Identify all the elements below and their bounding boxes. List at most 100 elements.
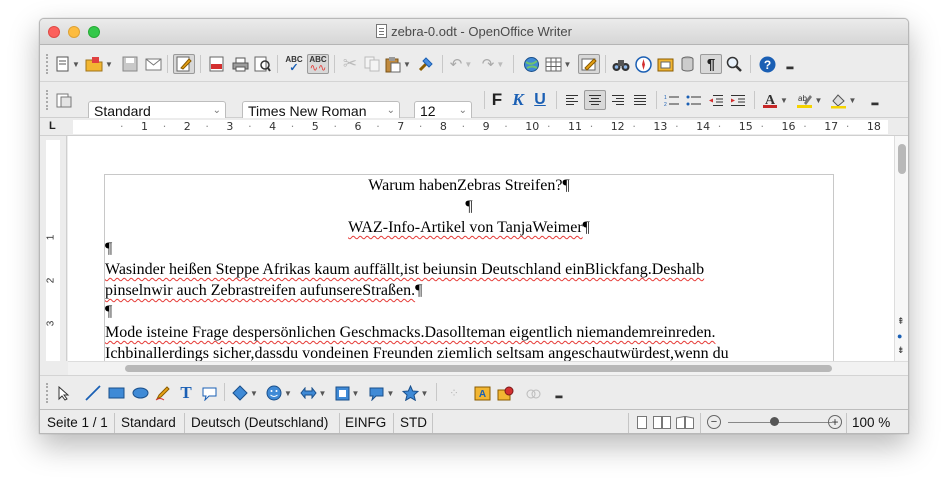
fontwork-icon[interactable]: A: [472, 383, 492, 403]
navigator-compass-icon[interactable]: [633, 54, 653, 74]
zoom-slider-knob[interactable]: [770, 417, 779, 426]
selection-mode[interactable]: STD: [400, 415, 427, 430]
vertical-scrollbar[interactable]: ⇞ ● ⇟: [894, 136, 908, 361]
page-count[interactable]: Seite 1 / 1: [47, 415, 108, 430]
paste-button[interactable]: ▼: [384, 54, 412, 74]
clone-formatting-icon[interactable]: [416, 54, 436, 74]
align-center-icon[interactable]: [584, 90, 606, 110]
freeform-pencil-icon[interactable]: [153, 383, 173, 403]
next-page-icon[interactable]: ⇟: [897, 345, 905, 356]
paragraph-1-line-2-text: pinselnwir auch Zebrastreifen aufunsereS…: [105, 282, 416, 299]
cut-icon[interactable]: ✂: [340, 54, 360, 74]
pilcrow-mark: ¶: [465, 198, 473, 215]
format-toolbar-overflow-icon[interactable]: ▂: [870, 90, 880, 110]
page-style[interactable]: Standard: [121, 415, 176, 430]
horizontal-ruler[interactable]: 1 · 2 · 3 · 4 · 5 · 6 · 7 · 8 · 9 · 10 · 11 · 12 · 13 · 14 · 15 · 16 · 1…: [40, 118, 908, 136]
underline-button[interactable]: U: [531, 90, 549, 110]
redo-button[interactable]: ↷ ▼: [479, 54, 507, 74]
new-document-button[interactable]: ▼: [55, 54, 81, 74]
bold-button[interactable]: F: [488, 90, 506, 110]
ruler-number: 3: [226, 120, 234, 133]
open-folder-button[interactable]: ▼: [84, 54, 114, 74]
rectangle-tool-icon[interactable]: [106, 383, 126, 403]
vertical-scroll-thumb[interactable]: [898, 144, 906, 174]
italic-button[interactable]: K: [509, 90, 527, 110]
language[interactable]: Deutsch (Deutschland): [191, 415, 328, 430]
basic-shapes-button[interactable]: ▼: [230, 383, 260, 403]
toolbar-grip[interactable]: [46, 54, 50, 74]
svg-text:?: ?: [763, 58, 770, 72]
flowchart-button[interactable]: ▼: [332, 383, 362, 403]
callouts-button[interactable]: ▼: [366, 383, 396, 403]
ruler-tick: ·: [120, 120, 124, 133]
background-color-button[interactable]: ▼: [828, 90, 858, 110]
edit-mode-button[interactable]: [173, 54, 195, 74]
stars-button[interactable]: ▼: [400, 383, 430, 403]
symbol-shapes-button[interactable]: ▼: [264, 383, 294, 403]
drawing-toolbar-overflow-icon[interactable]: ▂: [554, 383, 564, 403]
drawing-toolbar-grip[interactable]: [46, 383, 50, 403]
paragraph-1-line-2: pinselnwir auch Zebrastreifen aufunsereS…: [105, 280, 833, 301]
insert-mode[interactable]: EINFG: [345, 415, 386, 430]
single-page-view-icon[interactable]: [635, 415, 649, 429]
auto-spellcheck-button[interactable]: ABC ∿∿: [307, 54, 329, 74]
gallery-icon[interactable]: [655, 54, 675, 74]
tab-stop-type-button[interactable]: L: [49, 120, 56, 132]
empty-line-3: ¶: [105, 301, 833, 322]
decrease-indent-icon[interactable]: [706, 90, 726, 110]
undo-button[interactable]: ↶ ▼: [447, 54, 475, 74]
hyperlink-globe-icon[interactable]: [521, 54, 541, 74]
format-buttons-group: F K U 12 A ▼ ab ▼ ▼ ▂: [480, 82, 908, 118]
points-icon[interactable]: ⁘: [444, 383, 464, 403]
styles-formatting-icon[interactable]: [54, 90, 74, 110]
show-draw-functions-button[interactable]: [578, 54, 600, 74]
export-pdf-icon[interactable]: [206, 54, 226, 74]
data-sources-icon[interactable]: [677, 54, 697, 74]
zoom-magnifier-icon[interactable]: [724, 54, 744, 74]
line-tool-icon[interactable]: [83, 383, 103, 403]
email-icon[interactable]: [143, 54, 163, 74]
align-right-icon[interactable]: [608, 90, 628, 110]
vertical-ruler[interactable]: 1 2 3: [40, 136, 67, 361]
insert-table-button[interactable]: ▼: [543, 54, 573, 74]
print-icon[interactable]: [230, 54, 250, 74]
zoom-slider-track[interactable]: [728, 422, 832, 423]
help-icon[interactable]: ?: [756, 54, 778, 74]
text-tool-icon[interactable]: T: [176, 383, 196, 403]
increase-indent-icon[interactable]: [728, 90, 748, 110]
document-page[interactable]: Warum habenZebras Streifen?¶ ¶ WAZ-Info-…: [104, 174, 834, 361]
book-view-icon[interactable]: [675, 415, 695, 429]
document-area[interactable]: Warum habenZebras Streifen?¶ ¶ WAZ-Info-…: [68, 136, 894, 361]
zoom-level[interactable]: 100 %: [852, 415, 890, 430]
block-arrows-button[interactable]: ▼: [298, 383, 328, 403]
numbering-icon[interactable]: 12: [662, 90, 682, 110]
select-arrow-icon[interactable]: [55, 383, 73, 403]
zoom-out-button[interactable]: −: [707, 415, 721, 429]
previous-page-icon[interactable]: ⇞: [897, 316, 905, 327]
find-binoculars-icon[interactable]: [611, 54, 631, 74]
zoom-in-button[interactable]: +: [828, 415, 842, 429]
align-left-icon[interactable]: [562, 90, 582, 110]
spellcheck-button[interactable]: ABC ✓: [283, 54, 305, 74]
save-icon[interactable]: [120, 54, 140, 74]
callout-tool-icon[interactable]: [199, 383, 219, 403]
highlighting-button[interactable]: ab ▼: [794, 90, 824, 110]
horizontal-scrollbar[interactable]: [68, 361, 908, 375]
copy-icon[interactable]: [362, 54, 382, 74]
from-file-image-icon[interactable]: [495, 383, 515, 403]
horizontal-scroll-thumb[interactable]: [125, 365, 832, 372]
toolbar-overflow-icon[interactable]: ▂: [785, 54, 795, 74]
extrusion-icon[interactable]: [524, 383, 544, 403]
multi-page-view-icon[interactable]: [652, 415, 672, 429]
navigation-dot-icon[interactable]: ●: [897, 331, 902, 341]
ruler-tick: ·: [162, 120, 167, 133]
page-preview-icon[interactable]: [252, 54, 272, 74]
font-color-button[interactable]: A ▼: [760, 90, 790, 110]
align-justify-icon[interactable]: [630, 90, 650, 110]
formatting-marks-pilcrow-icon[interactable]: ¶: [700, 54, 722, 74]
ellipse-tool-icon[interactable]: [130, 383, 150, 403]
bullets-icon[interactable]: [684, 90, 704, 110]
ruler-tick: ·: [632, 120, 636, 133]
status-bar: Seite 1 / 1 Standard Deutsch (Deutschlan…: [40, 409, 908, 433]
format-toolbar-grip[interactable]: [46, 90, 50, 110]
